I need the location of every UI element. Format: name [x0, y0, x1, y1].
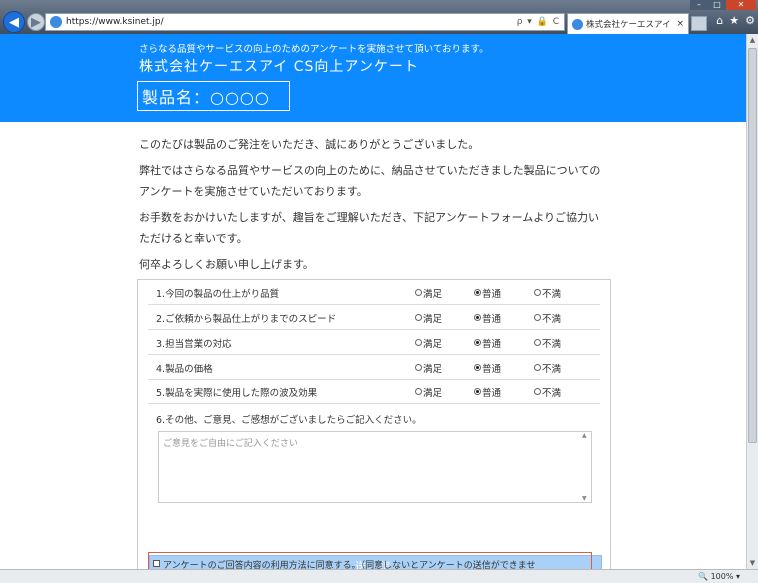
radio-icon[interactable] [415, 339, 422, 346]
consent-label: アンケートのご回答内容の利用方法に同意する。（同意しないとアンケートの送信ができ… [163, 561, 536, 569]
radio-icon[interactable] [534, 364, 541, 371]
question-row: 1.今回の製品の仕上がり品質 満足 普通 不満 [148, 281, 600, 305]
question-text: 2.ご依頼から製品仕上がりまでのスピード [156, 313, 337, 325]
scroll-up-icon[interactable]: ▲ [747, 34, 758, 46]
radio-icon[interactable] [474, 388, 481, 395]
radio-icon[interactable] [534, 314, 541, 321]
radio-icon[interactable] [474, 289, 481, 296]
option-neutral[interactable]: 普通 [474, 361, 501, 375]
page-title: 株式会社ケーエスアイ CS向上アンケート [139, 59, 419, 75]
question-text: 5.製品を実際に使用した際の波及効果 [156, 387, 318, 399]
option-neutral[interactable]: 普通 [474, 336, 501, 350]
status-bar: 🔍 100% ▾ [0, 569, 758, 583]
consent-checkbox[interactable] [153, 560, 160, 567]
home-icon[interactable]: ⌂ [716, 14, 723, 27]
browser-chrome: – □ ✕ ◀ ▶ https://www.ksinet.jp/ ρ ▾ 🔒 C… [0, 0, 758, 34]
page-scrollbar[interactable]: ▲ ▼ [746, 34, 758, 569]
tab-close-icon[interactable]: × [676, 19, 684, 29]
header-band: さらなる品質やサービスの向上のためのアンケートを実施させて頂いております。 株式… [0, 34, 746, 122]
intro-paragraph: 弊社ではさらなる品質やサービスの向上のために、納品させていただきました製品につい… [139, 164, 601, 198]
comment-textarea[interactable] [158, 431, 592, 503]
radio-icon[interactable] [534, 388, 541, 395]
toolbar-icons: ⌂ ★ ⚙ [716, 14, 755, 27]
new-tab-button[interactable] [691, 16, 707, 31]
option-neutral[interactable]: 普通 [474, 311, 501, 325]
tab-title: 株式会社ケーエスアイ CS... [586, 20, 672, 30]
address-bar[interactable]: https://www.ksinet.jp/ ρ ▾ 🔒 C [45, 13, 565, 31]
survey-form: 1.今回の製品の仕上がり品質 満足 普通 不満 2.ご依頼から製品仕上がりまでの… [137, 279, 611, 569]
forward-button[interactable]: ▶ [27, 13, 45, 31]
scrollbar-thumb[interactable] [748, 48, 757, 443]
window-controls: – □ ✕ [690, 0, 756, 10]
question-row: 5.製品を実際に使用した際の波及効果 満足 普通 不満 [148, 380, 600, 404]
page-viewport: さらなる品質やサービスの向上のためのアンケートを実施させて頂いております。 株式… [0, 34, 746, 569]
radio-icon[interactable] [474, 339, 481, 346]
consent-checkbox-row[interactable]: アンケートのご回答内容の利用方法に同意する。（同意しないとアンケートの送信ができ… [148, 552, 592, 569]
radio-icon[interactable] [415, 388, 422, 395]
radio-icon[interactable] [474, 314, 481, 321]
textarea-scrollbar[interactable]: ▲ ▼ [582, 432, 591, 502]
radio-icon[interactable] [474, 364, 481, 371]
minimize-button[interactable]: – [690, 0, 708, 10]
option-satisfied[interactable]: 満足 [415, 385, 442, 399]
address-tools[interactable]: ρ ▾ 🔒 C [517, 17, 564, 27]
gear-icon[interactable]: ⚙ [745, 14, 755, 27]
maximize-button[interactable]: □ [708, 0, 726, 10]
option-neutral[interactable]: 普通 [474, 385, 501, 399]
favorites-star-icon[interactable]: ★ [729, 14, 739, 27]
question-text: 6.その他、ご意見、ご感想がございましたらご記入ください。 [156, 415, 422, 426]
question-row: 2.ご依頼から製品仕上がりまでのスピード 満足 普通 不満 [148, 306, 600, 330]
question-row: 3.担当営業の対応 満足 普通 不満 [148, 331, 600, 355]
scroll-up-icon[interactable]: ▲ [582, 432, 587, 439]
intro-paragraph: 何卒よろしくお願い申し上げます。 [139, 258, 314, 271]
option-neutral[interactable]: 普通 [474, 286, 501, 300]
scroll-down-icon[interactable]: ▼ [747, 557, 758, 569]
site-favicon-icon [50, 16, 62, 28]
question-text: 1.今回の製品の仕上がり品質 [156, 288, 280, 300]
option-dissatisfied[interactable]: 不満 [534, 336, 561, 350]
option-dissatisfied[interactable]: 不満 [534, 286, 561, 300]
radio-icon[interactable] [415, 364, 422, 371]
tab-favicon-icon [572, 18, 583, 30]
radio-icon[interactable] [415, 289, 422, 296]
option-satisfied[interactable]: 満足 [415, 336, 442, 350]
radio-icon[interactable] [534, 339, 541, 346]
header-subtitle: さらなる品質やサービスの向上のためのアンケートを実施させて頂いております。 [139, 44, 489, 55]
option-dissatisfied[interactable]: 不満 [534, 385, 561, 399]
option-dissatisfied[interactable]: 不満 [534, 311, 561, 325]
option-satisfied[interactable]: 満足 [415, 311, 442, 325]
question-text: 4.製品の価格 [156, 363, 213, 375]
intro-paragraph: お手数をおかけいたしますが、趣旨をご理解いただき、下記アンケートフォームよりご協… [139, 211, 600, 245]
address-url[interactable]: https://www.ksinet.jp/ [66, 17, 517, 27]
product-name-box: 製品名：○○○○ [137, 81, 290, 111]
scroll-down-icon[interactable]: ▼ [582, 495, 587, 502]
radio-icon[interactable] [415, 314, 422, 321]
question-row: 4.製品の価格 満足 普通 不満 [148, 356, 600, 380]
arrow-left-icon: ◀ [9, 14, 19, 30]
radio-icon[interactable] [534, 289, 541, 296]
option-satisfied[interactable]: 満足 [415, 361, 442, 375]
back-button[interactable]: ◀ [3, 11, 25, 33]
option-satisfied[interactable]: 満足 [415, 286, 442, 300]
intro-text: このたびは製品のご発注をいただき、誠にありがとうございました。 弊社ではさらなる… [139, 134, 609, 280]
close-window-button[interactable]: ✕ [726, 0, 756, 10]
arrow-right-icon: ▶ [31, 14, 41, 30]
zoom-level[interactable]: 🔍 100% ▾ [698, 572, 740, 581]
intro-paragraph: このたびは製品のご発注をいただき、誠にありがとうございました。 [139, 138, 480, 151]
question-text: 3.担当営業の対応 [156, 338, 232, 350]
browser-tab[interactable]: 株式会社ケーエスアイ CS... × [567, 13, 689, 34]
option-dissatisfied[interactable]: 不満 [534, 361, 561, 375]
